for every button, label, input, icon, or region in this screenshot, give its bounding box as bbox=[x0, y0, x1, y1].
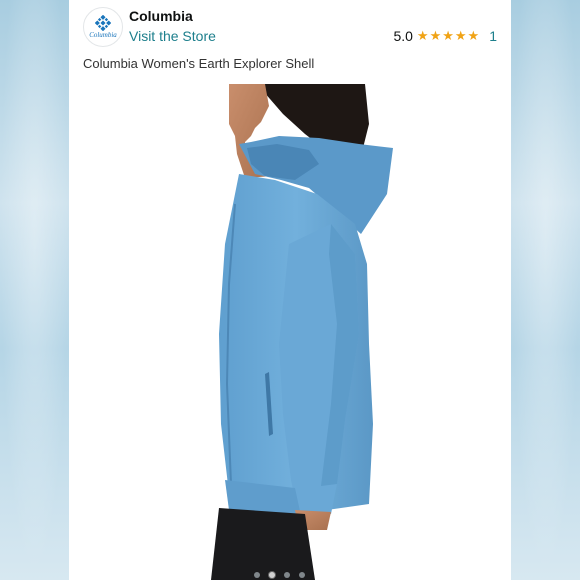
carousel-dot[interactable] bbox=[299, 572, 305, 578]
columbia-diamond-icon bbox=[95, 15, 111, 31]
star-rating: ★ ★ ★ ★ ★ bbox=[417, 29, 479, 43]
carousel-dot[interactable] bbox=[284, 572, 290, 578]
carousel-indicator[interactable] bbox=[254, 572, 305, 578]
logo-text: Columbia bbox=[89, 31, 117, 39]
store-header: Columbia Columbia Visit the Store 5.0 ★ … bbox=[69, 0, 511, 84]
star-icon: ★ bbox=[416, 28, 429, 43]
rating-score: 5.0 bbox=[393, 28, 413, 44]
background-blur-left bbox=[0, 0, 69, 580]
product-card: Columbia Columbia Visit the Store 5.0 ★ … bbox=[69, 0, 511, 580]
star-icon: ★ bbox=[454, 28, 467, 43]
star-icon: ★ bbox=[442, 28, 454, 43]
rating-count[interactable]: 1 bbox=[489, 28, 497, 44]
store-logo[interactable]: Columbia bbox=[83, 7, 123, 47]
store-name[interactable]: Columbia bbox=[129, 8, 193, 24]
background-blur-right bbox=[511, 0, 580, 580]
star-icon: ★ bbox=[429, 28, 442, 43]
visit-store-link[interactable]: Visit the Store bbox=[129, 28, 216, 44]
carousel-dot-active[interactable] bbox=[269, 572, 275, 578]
rating-summary[interactable]: 5.0 ★ ★ ★ ★ ★ 1 bbox=[393, 28, 497, 44]
star-icon: ★ bbox=[467, 28, 480, 43]
product-title: Columbia Women's Earth Explorer Shell bbox=[83, 56, 315, 71]
jacket-photo bbox=[211, 84, 393, 580]
product-image[interactable] bbox=[69, 84, 511, 580]
carousel-dot[interactable] bbox=[254, 572, 260, 578]
